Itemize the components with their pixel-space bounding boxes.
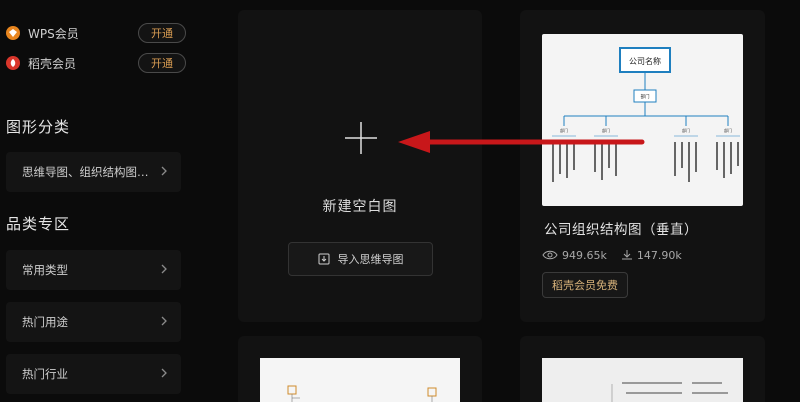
sidebar-item-label: 热门行业 <box>22 367 68 381</box>
import-mindmap-label: 导入思维导图 <box>337 253 404 266</box>
template-card[interactable] <box>238 336 482 402</box>
member-free-badge: 稻壳会员免费 <box>542 272 628 298</box>
sidebar-item-common-types[interactable]: 常用类型 <box>6 250 181 290</box>
template-stats: 949.65k 147.90k <box>542 246 696 264</box>
chevron-right-icon <box>161 264 167 274</box>
sidebar-item-label: 常用类型 <box>22 263 68 277</box>
thumb-mid-label: 部门 <box>641 93 650 100</box>
wps-member-label: WPS会员 <box>28 26 79 41</box>
template-thumbnail[interactable] <box>542 358 743 402</box>
sidebar-item-mindmap[interactable]: 思维导图、组织结构图… <box>6 152 181 192</box>
docer-member-label: 稻壳会员 <box>28 56 77 71</box>
eye-icon <box>542 250 558 260</box>
org-chart-preview: 公司名称 部门 部门 部门 部门 部门 <box>552 47 740 182</box>
mindmap-preview <box>611 382 728 402</box>
annotation-arrow-icon <box>398 131 645 153</box>
wps-open-button[interactable]: 开通 <box>138 23 186 43</box>
import-icon <box>318 253 329 265</box>
template-thumbnail[interactable] <box>260 358 460 402</box>
section-title-shapes: 图形分类 <box>6 118 71 136</box>
chevron-right-icon <box>161 368 167 378</box>
downloads-stat: 147.90k <box>621 249 682 262</box>
chevron-right-icon <box>161 166 167 176</box>
chevron-right-icon <box>161 316 167 326</box>
thumb-dept-label: 部门 <box>724 127 732 133</box>
docer-open-button[interactable]: 开通 <box>138 53 186 73</box>
template-title[interactable]: 公司组织结构图（垂直） <box>544 218 698 238</box>
docer-member-row: 稻壳会员 开通 <box>6 52 192 74</box>
plus-icon <box>345 122 377 154</box>
template-card[interactable]: 公司名称 部门 部门 部门 部门 部门 公司组织结构图（垂直） 949.65k … <box>520 10 765 322</box>
app-page: WPS会员 开通 稻壳会员 开通 图形分类 思维导图、组织结构图… 品类专区 常… <box>0 0 800 402</box>
download-icon <box>621 250 632 260</box>
downloads-count: 147.90k <box>636 248 682 262</box>
wps-member-icon <box>6 26 20 40</box>
views-count: 949.65k <box>562 248 607 262</box>
sidebar: WPS会员 开通 稻壳会员 开通 图形分类 思维导图、组织结构图… 品类专区 常… <box>0 0 200 402</box>
thumb-dept-label: 部门 <box>682 127 690 133</box>
sidebar-item-hot-uses[interactable]: 热门用途 <box>6 302 181 342</box>
wps-member-row: WPS会员 开通 <box>6 22 192 44</box>
docer-member-icon <box>6 56 20 70</box>
thumb-root-label: 公司名称 <box>629 56 661 66</box>
views-stat: 949.65k <box>542 249 607 262</box>
section-title-categories: 品类专区 <box>6 215 71 233</box>
sidebar-item-label: 思维导图、组织结构图… <box>22 165 149 179</box>
import-mindmap-button[interactable]: 导入思维导图 <box>288 242 433 276</box>
template-card[interactable] <box>520 336 765 402</box>
new-blank-label: 新建空白图 <box>322 199 398 215</box>
flowchart-preview <box>287 385 437 402</box>
sidebar-item-label: 热门用途 <box>22 315 68 329</box>
template-thumbnail[interactable]: 公司名称 部门 部门 部门 部门 部门 <box>542 34 743 206</box>
new-blank-card[interactable]: 新建空白图 导入思维导图 <box>238 10 482 322</box>
sidebar-item-hot-industries[interactable]: 热门行业 <box>6 354 181 394</box>
